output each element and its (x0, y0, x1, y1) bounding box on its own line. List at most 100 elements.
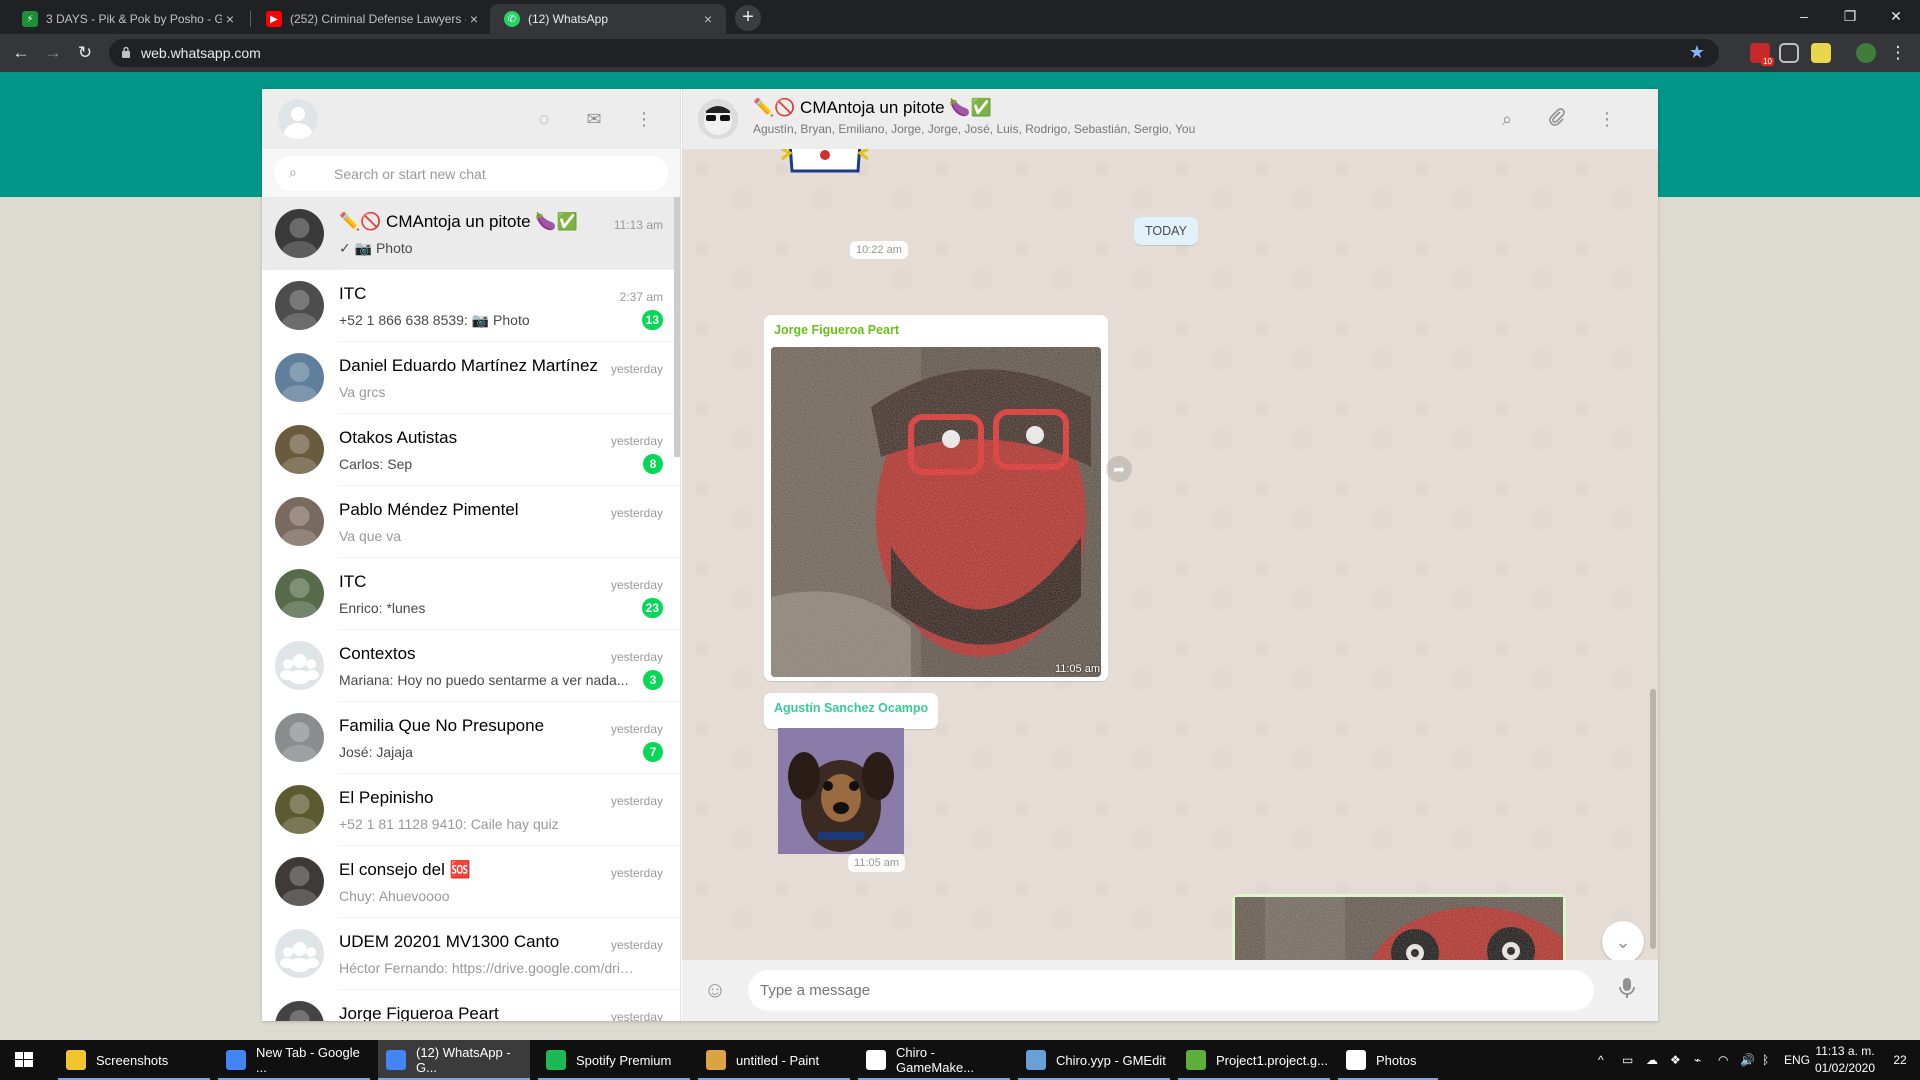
onedrive-icon[interactable]: ☁ (1646, 1040, 1658, 1080)
conversation-header[interactable]: ✏️🚫 CMAntoja un pitote 🍆✅ Agustín, Bryan… (682, 89, 1658, 149)
game-icon: ⚡ (22, 11, 38, 27)
emoji-icon[interactable]: ☺ (702, 977, 728, 1003)
group-avatar[interactable] (698, 99, 738, 139)
profile-avatar[interactable] (1856, 43, 1876, 63)
forward-icon[interactable]: ➦ (1106, 456, 1132, 482)
chat-time: 11:13 am (613, 218, 663, 232)
tab-youtube[interactable]: ▶ (252) Criminal Defense Lawyers - × (252, 4, 492, 34)
chat-avatar (275, 569, 324, 618)
chat-meta: El Pepinisho yesterday +52 1 81 1128 9410:… (339, 774, 680, 846)
tab-close-icon[interactable]: × (222, 11, 238, 27)
chat-list-pane: ◌ ✉ ⋮ ⌕ ✏️🚫 CMAntoja un pitote 🍆✅ 11:13 a… (262, 89, 681, 1021)
new-tab-button[interactable]: + (735, 5, 761, 31)
tab-close-icon[interactable]: × (466, 11, 482, 27)
chat-list-item[interactable]: Otakos Autistas yesterday Carlos: Sep 8 (262, 414, 680, 486)
extension-yellow-icon[interactable] (1811, 43, 1831, 63)
tray-battery-icon[interactable]: ▭ (1622, 1040, 1633, 1080)
microphone-icon[interactable] (1614, 977, 1640, 1003)
sticker-message[interactable] (780, 149, 870, 177)
browser-menu-icon[interactable]: ⋮ (1886, 41, 1910, 65)
chat-list-item[interactable]: Pablo Méndez Pimentel yesterday Va que va (262, 486, 680, 558)
app-icon (226, 1050, 246, 1070)
chat-name: Pablo Méndez Pimentel (339, 500, 519, 519)
group-placeholder-icon (280, 942, 319, 972)
chat-list-item[interactable]: Contextos yesterday Mariana: Hoy no puedo … (262, 630, 680, 702)
taskbar-item[interactable]: (12) WhatsApp - G... (378, 1040, 530, 1080)
tab-3-days[interactable]: ⚡ 3 DAYS - Pik & Pok by Posho - G × (8, 4, 248, 34)
chat-list-item[interactable]: El consejo del 🆘 yesterday Chuy: Ahuevoooo (262, 846, 680, 918)
taskbar-item[interactable]: untitled - Paint (698, 1040, 850, 1080)
minimize-button[interactable]: – (1781, 0, 1827, 34)
extension-mail-icon[interactable]: 10 (1750, 43, 1774, 66)
address-bar[interactable]: web.whatsapp.com ★ (109, 39, 1719, 67)
chat-name: El Pepinisho (339, 788, 434, 807)
menu-icon[interactable]: ⋮ (632, 107, 656, 131)
conversation-menu-icon[interactable]: ⋮ (1595, 107, 1619, 131)
tab-close-icon[interactable]: × (700, 11, 716, 27)
windows-start-button[interactable] (0, 1040, 48, 1080)
close-window-button[interactable]: ✕ (1873, 0, 1919, 34)
my-avatar[interactable] (278, 99, 318, 139)
messages-scrollbar[interactable] (1650, 689, 1656, 949)
avatar-photo (281, 434, 318, 474)
taskbar-item[interactable]: Photos (1338, 1040, 1438, 1080)
bookmark-star-icon[interactable]: ★ (1689, 42, 1705, 63)
app-icon (866, 1050, 886, 1070)
chat-list-item[interactable]: Daniel Eduardo Martínez Martínez yesterda… (262, 342, 680, 414)
taskbar-item[interactable]: Chiro - GameMake... (858, 1040, 1010, 1080)
chat-time: yesterday (610, 650, 663, 664)
dropbox-icon[interactable]: ❖ (1670, 1040, 1681, 1080)
search-icon[interactable]: ⌕ (289, 164, 297, 181)
system-clock[interactable]: 11:13 a. m. 01/02/2020 (1812, 1043, 1878, 1077)
taskbar-item[interactable]: Project1.project.g... (1178, 1040, 1330, 1080)
search-input[interactable] (334, 156, 614, 191)
tab-title: 3 DAYS - Pik & Pok by Posho - G (46, 12, 222, 26)
tab-whatsapp[interactable]: ✆ (12) WhatsApp × (490, 4, 726, 34)
back-icon[interactable]: ← (9, 41, 33, 65)
chat-name: El consejo del 🆘 (339, 860, 471, 879)
photo-image[interactable] (771, 347, 1101, 677)
chat-list-item[interactable]: Familia Que No Presupone yesterday José: J… (262, 702, 680, 774)
photo-image[interactable] (1235, 897, 1563, 960)
attach-icon[interactable] (1545, 107, 1569, 131)
chat-name: Daniel Eduardo Martínez Martínez (339, 356, 598, 375)
tray-chevron-icon[interactable]: ^ (1598, 1040, 1604, 1080)
language-indicator[interactable]: ENG (1784, 1040, 1810, 1080)
usb-icon[interactable]: ⌁ (1694, 1040, 1701, 1080)
taskbar-item[interactable]: New Tab - Google ... (218, 1040, 370, 1080)
chat-list-scrollbar[interactable] (674, 197, 680, 457)
taskbar-item[interactable]: Spotify Premium (538, 1040, 690, 1080)
chat-list-item[interactable]: ✏️🚫 CMAntoja un pitote 🍆✅ 11:13 am ✓ 📷 Pho… (262, 198, 680, 270)
new-chat-icon[interactable]: ✉ (582, 107, 606, 131)
chat-list-item[interactable]: Jorge Figueroa Peart yesterday (262, 990, 680, 1021)
bluetooth-icon[interactable]: ᛒ (1762, 1040, 1769, 1080)
photo-message[interactable]: Jorge Figueroa Peart 11:05 am (764, 315, 1108, 681)
chat-list-item[interactable]: UDEM 20201 MV1300 Canto yesterday Héctor F… (262, 918, 680, 990)
message-input[interactable] (760, 970, 1560, 1011)
chat-time: yesterday (610, 794, 663, 808)
chat-list-item[interactable]: El Pepinisho yesterday +52 1 81 1128 9410:… (262, 774, 680, 846)
restore-button[interactable]: ❐ (1827, 0, 1873, 34)
chat-list-item[interactable]: ITC 2:37 am +52 1 866 638 8539: 📷 Photo 13 (262, 270, 680, 342)
avatar-photo (281, 290, 318, 330)
scroll-down-button[interactable]: ⌄ (1602, 921, 1644, 960)
notifications-icon[interactable]: 22 (1880, 1040, 1920, 1080)
windows-logo-icon (15, 1052, 33, 1067)
status-icon[interactable]: ◌ (532, 107, 556, 131)
chat-list-item[interactable]: ITC yesterday Enrico: *lunes 23 (262, 558, 680, 630)
taskbar-item[interactable]: Chiro.yyp - GMEdit (1018, 1040, 1170, 1080)
photo-message[interactable]: Agustín Sanchez Ocampo (764, 693, 938, 729)
chat-avatar (275, 353, 324, 402)
taskbar-item[interactable]: Screenshots (58, 1040, 210, 1080)
wifi-icon[interactable]: ◠ (1718, 1040, 1728, 1080)
pocket-icon[interactable] (1779, 43, 1799, 63)
message-sender: Jorge Figueroa Peart (774, 323, 900, 337)
forward-icon[interactable]: → (41, 41, 65, 65)
search-messages-icon[interactable]: ⌕ (1495, 107, 1519, 131)
volume-icon[interactable]: 🔊 (1740, 1040, 1755, 1080)
reload-icon[interactable]: ↻ (73, 41, 97, 65)
outgoing-photo-message[interactable] (1232, 894, 1566, 960)
dog-photo-image[interactable] (778, 728, 904, 854)
chat-time: yesterday (610, 722, 663, 736)
chat-meta: ✏️🚫 CMAntoja un pitote 🍆✅ 11:13 am ✓ 📷 Pho… (339, 198, 680, 270)
